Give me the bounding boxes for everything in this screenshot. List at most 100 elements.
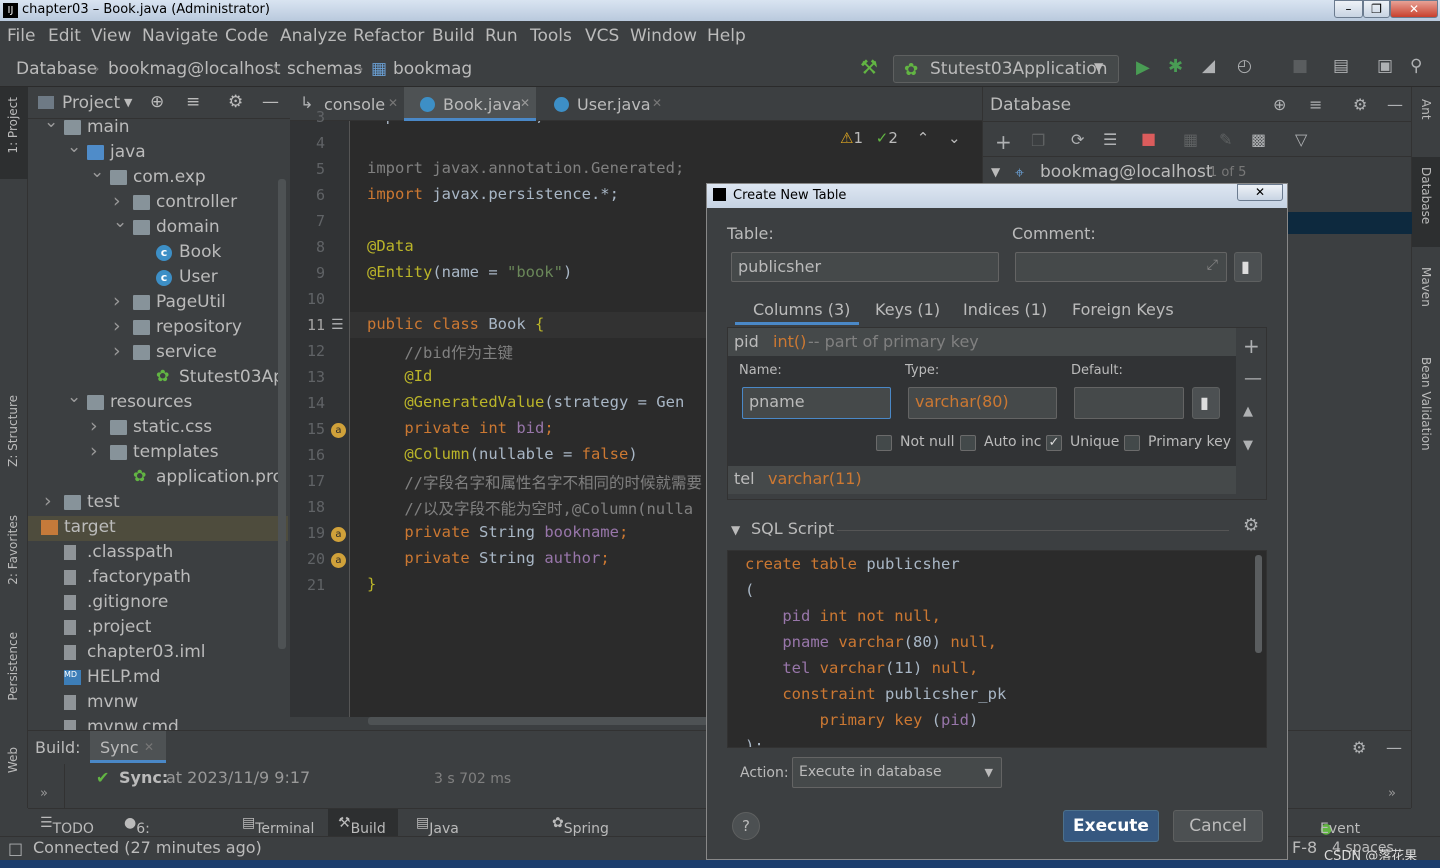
cancel-button[interactable]: Cancel xyxy=(1173,810,1263,842)
tool-structure[interactable]: Z: Structure xyxy=(6,395,20,467)
tree-item[interactable]: c User xyxy=(28,266,288,291)
tree-item[interactable]: chapter03.iml xyxy=(28,641,288,666)
run-icon[interactable]: ▶ xyxy=(1136,57,1150,78)
tab-keys[interactable]: Keys (1) xyxy=(875,300,940,319)
column-type-input[interactable]: varchar(80) xyxy=(908,387,1057,419)
menu-navigate[interactable]: Navigate xyxy=(142,26,218,46)
expand-icon[interactable]: » xyxy=(1388,786,1396,801)
hide-icon[interactable]: — xyxy=(1386,738,1402,757)
chevron-down-icon[interactable]: ▼ xyxy=(991,165,1000,179)
chevron-right-icon[interactable]: › xyxy=(44,491,52,512)
menu-code[interactable]: Code xyxy=(225,26,269,46)
action-select[interactable]: Execute in database ▼ xyxy=(792,757,1002,788)
sync-status-label[interactable]: Sync: xyxy=(119,768,168,787)
help-button[interactable]: ? xyxy=(732,812,760,840)
tree-item[interactable]: ⌄ domain xyxy=(28,216,288,241)
vertical-scrollbar[interactable] xyxy=(1255,555,1262,653)
close-icon[interactable]: ✕ xyxy=(652,96,662,110)
gear-icon[interactable]: ⚙ xyxy=(1243,515,1259,536)
debug-icon[interactable]: ✱ xyxy=(1168,56,1183,77)
coverage-icon[interactable]: ◢ xyxy=(1202,56,1215,76)
encoding[interactable]: F-8 xyxy=(1292,838,1317,857)
table-name-input[interactable]: publicsher xyxy=(731,252,999,282)
tool-problems[interactable]: ● 6: Problems xyxy=(124,815,201,853)
column-default-input[interactable] xyxy=(1074,387,1184,419)
column-row[interactable]: pid int() -- part of primary key xyxy=(728,328,1236,356)
tool-build[interactable]: ⚒ Build xyxy=(338,815,386,837)
tree-item[interactable]: ✿ Stutest03Ap xyxy=(28,366,288,391)
tab-foreign-keys[interactable]: Foreign Keys xyxy=(1072,300,1174,319)
tool-maven[interactable]: Maven xyxy=(1419,267,1433,307)
tree-item[interactable]: › target xyxy=(28,516,288,541)
chevron-right-icon[interactable]: › xyxy=(90,441,98,462)
breadcrumb-database[interactable]: Database xyxy=(16,59,97,79)
console-icon[interactable]: ▩ xyxy=(1251,130,1266,149)
tree-item[interactable]: .gitignore xyxy=(28,591,288,616)
move-down-icon[interactable]: ▼ xyxy=(1243,438,1253,453)
expand-icon[interactable]: ⤢ xyxy=(1207,257,1218,273)
tree-item[interactable]: › PageUtil xyxy=(28,291,288,316)
tree-item[interactable]: ⌄ java xyxy=(28,141,288,166)
column-name-input[interactable]: pname xyxy=(742,387,891,419)
schema-sync-icon[interactable]: ☰ xyxy=(1103,130,1117,149)
tool-bean-validation[interactable]: Bean Validation xyxy=(1419,357,1433,451)
tree-item[interactable]: mvnw.cmd xyxy=(28,716,288,730)
filter-icon[interactable]: ▽ xyxy=(1295,130,1307,149)
tree-item[interactable]: .factorypath xyxy=(28,566,288,591)
expand-icon[interactable]: » xyxy=(40,786,48,801)
locate-icon[interactable]: ⊕ xyxy=(150,92,164,112)
execute-button[interactable]: Execute xyxy=(1063,810,1159,842)
close-icon[interactable]: ✕ xyxy=(520,96,530,110)
horizontal-scrollbar[interactable] xyxy=(368,717,708,725)
tool-database[interactable]: Database xyxy=(1419,167,1433,224)
comment-input[interactable]: ⤢ xyxy=(1015,252,1227,282)
breadcrumb-connection[interactable]: bookmag@localhost xyxy=(108,59,281,79)
chevron-down-icon[interactable]: ⌄ xyxy=(67,141,81,157)
tree-item[interactable]: › controller xyxy=(28,191,288,216)
stop-icon[interactable]: ■ xyxy=(1292,56,1308,76)
menu-vcs[interactable]: VCS xyxy=(585,26,619,46)
tree-item[interactable]: MD HELP.md xyxy=(28,666,288,691)
tree-item[interactable]: › repository xyxy=(28,316,288,341)
dialog-close-button[interactable]: ✕ xyxy=(1237,184,1283,201)
menu-view[interactable]: View xyxy=(91,26,131,46)
tree-item[interactable]: ⌄ main xyxy=(28,119,288,141)
tab-sync[interactable]: Sync ✕ xyxy=(90,731,166,763)
tool-java-enterprise[interactable]: ▤ Java Enterprise xyxy=(416,815,501,853)
chevron-right-icon[interactable]: › xyxy=(113,291,121,312)
maximize-button[interactable]: ❐ xyxy=(1363,0,1390,18)
copy-icon[interactable]: ❐ xyxy=(1031,131,1045,150)
add-icon[interactable]: + xyxy=(1243,334,1260,358)
menu-refactor[interactable]: Refactor xyxy=(353,26,424,46)
tree-item[interactable]: ⌄ com.exp xyxy=(28,166,288,191)
bean-marker-icon[interactable]: a xyxy=(331,423,346,438)
collapse-icon[interactable]: ▼ xyxy=(731,523,740,537)
hide-icon[interactable]: — xyxy=(262,92,279,112)
project-structure-icon[interactable]: ▤ xyxy=(1333,56,1349,76)
menu-edit[interactable]: Edit xyxy=(48,26,81,46)
collapse-all-icon[interactable]: ≡ xyxy=(186,92,200,112)
chevron-down-icon[interactable]: ⌄ xyxy=(67,391,81,407)
gear-icon[interactable]: ⚙ xyxy=(1353,95,1367,114)
minimize-button[interactable]: – xyxy=(1334,0,1363,18)
bean-marker-icon[interactable]: a xyxy=(331,553,346,568)
menu-analyze[interactable]: Analyze xyxy=(280,26,347,46)
search-icon[interactable]: ⚲ xyxy=(1410,56,1422,76)
column-comment-button[interactable]: ▮ xyxy=(1192,387,1220,419)
tool-web[interactable]: Web xyxy=(6,747,20,773)
primary-key-checkbox[interactable] xyxy=(1124,435,1140,451)
status-icon[interactable]: □ xyxy=(8,839,23,858)
collapse-all-icon[interactable]: ≡ xyxy=(1309,95,1322,114)
auto-inc-checkbox[interactable] xyxy=(960,435,976,451)
vertical-scrollbar[interactable] xyxy=(278,179,286,649)
chevron-right-icon[interactable]: › xyxy=(28,516,29,537)
profile-icon[interactable]: ◴ xyxy=(1237,56,1252,76)
tree-item[interactable]: c Book xyxy=(28,241,288,266)
not-null-checkbox[interactable] xyxy=(876,435,892,451)
remove-icon[interactable]: — xyxy=(1244,368,1262,389)
tree-item[interactable]: › test xyxy=(28,491,288,516)
chevron-down-icon[interactable]: ⌄ xyxy=(948,129,961,147)
gear-icon[interactable]: ⚙ xyxy=(1352,738,1366,757)
chevron-down-icon[interactable]: ▼ xyxy=(124,96,132,109)
refresh-icon[interactable]: ⟳ xyxy=(1071,130,1084,149)
